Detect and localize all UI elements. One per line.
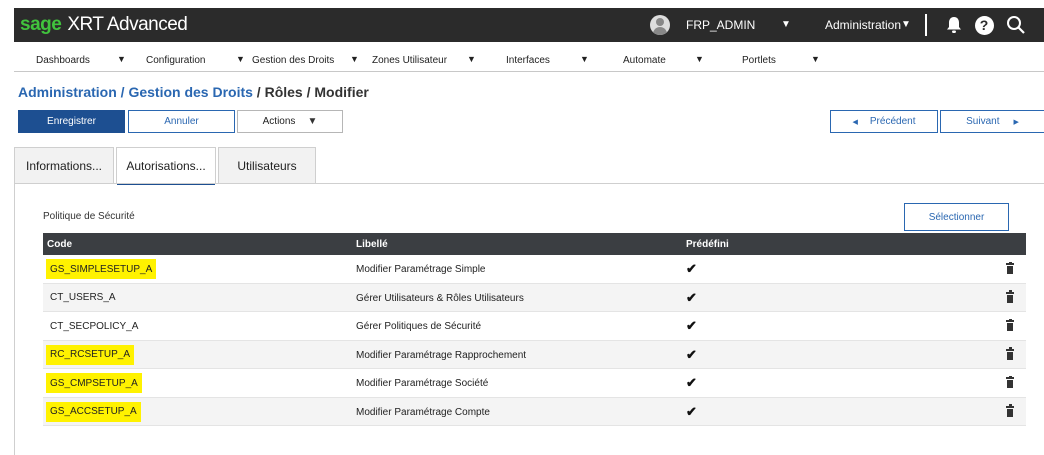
tab-label: Informations... <box>25 159 103 173</box>
row-libelle: Modifier Paramétrage Société <box>356 378 489 389</box>
tab-label: Utilisateurs <box>237 159 297 173</box>
main-menu: Dashboards ▼ Configuration ▼ Gestion des… <box>14 50 1044 72</box>
trash-icon[interactable] <box>1006 347 1014 360</box>
row-code: CT_SECPOLICY_A <box>50 320 139 332</box>
checkmark-icon: ✔ <box>686 289 697 305</box>
next-button[interactable]: Suivant ▶ <box>940 110 1044 133</box>
chevron-down-icon[interactable]: ▼ <box>695 54 704 64</box>
tab-label: Autorisations... <box>126 159 206 173</box>
brand-logo-text: sage <box>20 14 62 35</box>
cancel-button-label: Annuler <box>164 116 199 127</box>
trash-icon[interactable] <box>1006 261 1014 274</box>
product-name: XRT Advanced <box>67 14 188 35</box>
next-button-label: Suivant <box>966 116 1000 127</box>
user-menu[interactable]: FRP_ADMIN <box>686 18 755 32</box>
menu-portlets[interactable]: Portlets <box>742 55 776 66</box>
checkmark-icon: ✔ <box>686 346 697 362</box>
save-button-label: Enregistrer <box>47 116 96 127</box>
actions-dropdown-label: Actions <box>262 116 296 127</box>
table-header: Code Libellé Prédéfini <box>43 233 1026 255</box>
checkmark-icon: ✔ <box>686 261 697 276</box>
menu-dashboards[interactable]: Dashboards <box>36 55 90 66</box>
avatar-icon[interactable] <box>650 15 670 35</box>
actions-dropdown[interactable]: Actions ▼ <box>237 110 343 133</box>
chevron-down-icon[interactable]: ▼ <box>781 19 791 30</box>
column-header-code[interactable]: Code <box>47 239 72 250</box>
row-code: RC_RCSETUP_A <box>46 344 135 365</box>
table-row[interactable]: CT_SECPOLICY_A Gérer Politiques de Sécur… <box>43 312 1026 341</box>
row-code: CT_USERS_A <box>50 292 116 303</box>
breadcrumb-administration[interactable]: Administration <box>18 84 117 100</box>
tabs-divider <box>14 183 1044 184</box>
table-row[interactable]: GS_SIMPLESETUP_A Modifier Paramétrage Si… <box>43 255 1026 284</box>
tab-autorisations[interactable]: Autorisations... <box>116 147 216 185</box>
row-code: GS_ACCSETUP_A <box>46 401 141 422</box>
table-row[interactable]: CT_USERS_A Gérer Utilisateurs & Rôles Ut… <box>43 283 1026 312</box>
app-logo[interactable]: sage XRT Advanced <box>20 11 188 39</box>
chevron-down-icon[interactable]: ▼ <box>467 54 476 64</box>
top-bar: sage XRT Advanced FRP_ADMIN ▼ Administra… <box>14 8 1044 42</box>
chevron-down-icon[interactable]: ▼ <box>811 54 820 64</box>
trash-icon[interactable] <box>1006 290 1014 303</box>
menu-zones-utilisateur[interactable]: Zones Utilisateur <box>372 55 447 66</box>
breadcrumb: Administration / Gestion des Droits / Rô… <box>18 84 369 100</box>
row-libelle: Modifier Paramétrage Rapprochement <box>356 349 527 361</box>
row-code: GS_SIMPLESETUP_A <box>46 259 157 279</box>
row-libelle: Modifier Paramétrage Compte <box>356 406 490 418</box>
bell-icon[interactable] <box>942 13 966 37</box>
help-icon[interactable]: ? <box>972 13 996 37</box>
row-code: GS_CMPSETUP_A <box>46 373 142 393</box>
chevron-down-icon[interactable]: ▼ <box>117 54 126 64</box>
trash-icon[interactable] <box>1006 404 1014 417</box>
breadcrumb-current: / Rôles / Modifier <box>252 84 369 100</box>
security-policy-table: Code Libellé Prédéfini GS_SIMPLESETUP_A … <box>43 233 1026 426</box>
chevron-down-icon: ▼ <box>307 116 318 127</box>
table-row[interactable]: RC_RCSETUP_A Modifier Paramétrage Rappro… <box>43 340 1026 369</box>
breadcrumb-gestion-droits[interactable]: Gestion des Droits <box>128 84 252 100</box>
caret-right-icon: ▶ <box>1013 118 1019 126</box>
divider <box>925 14 927 36</box>
chevron-down-icon[interactable]: ▼ <box>236 54 245 64</box>
column-header-predefini[interactable]: Prédéfini <box>686 239 729 250</box>
admin-menu[interactable]: Administration <box>825 18 901 32</box>
select-button-label: Sélectionner <box>928 211 985 223</box>
select-button[interactable]: Sélectionner <box>904 203 1009 231</box>
trash-icon[interactable] <box>1006 318 1014 331</box>
tab-informations[interactable]: Informations... <box>14 147 114 184</box>
section-title: Politique de Sécurité <box>43 211 135 222</box>
menu-automate[interactable]: Automate <box>623 55 666 66</box>
row-libelle: Gérer Politiques de Sécurité <box>356 321 482 332</box>
chevron-down-icon[interactable]: ▼ <box>901 19 911 30</box>
table-row[interactable]: GS_CMPSETUP_A Modifier Paramétrage Socié… <box>43 369 1026 398</box>
previous-button-label: Précédent <box>869 116 916 127</box>
checkmark-icon: ✔ <box>686 375 697 390</box>
checkmark-icon: ✔ <box>686 318 697 333</box>
previous-button[interactable]: ◀ Précédent <box>830 110 938 133</box>
table-row[interactable]: GS_ACCSETUP_A Modifier Paramétrage Compt… <box>43 397 1026 426</box>
menu-gestion-droits[interactable]: Gestion des Droits <box>252 55 334 66</box>
caret-left-icon: ◀ <box>852 118 858 126</box>
breadcrumb-separator: / <box>116 84 129 100</box>
menu-interfaces[interactable]: Interfaces <box>506 55 550 66</box>
trash-icon[interactable] <box>1006 375 1014 388</box>
row-libelle: Modifier Paramétrage Simple <box>356 264 486 275</box>
chevron-down-icon[interactable]: ▼ <box>350 54 359 64</box>
column-header-libelle[interactable]: Libellé <box>356 239 388 250</box>
chevron-down-icon[interactable]: ▼ <box>580 54 589 64</box>
row-libelle: Gérer Utilisateurs & Rôles Utilisateurs <box>356 292 524 304</box>
menu-configuration[interactable]: Configuration <box>146 55 205 66</box>
cancel-button[interactable]: Annuler <box>128 110 235 133</box>
checkmark-icon: ✔ <box>686 403 697 419</box>
tab-utilisateurs[interactable]: Utilisateurs <box>218 147 316 184</box>
save-button[interactable]: Enregistrer <box>18 110 125 133</box>
search-icon[interactable] <box>1004 13 1028 37</box>
content-left-border <box>14 147 15 455</box>
